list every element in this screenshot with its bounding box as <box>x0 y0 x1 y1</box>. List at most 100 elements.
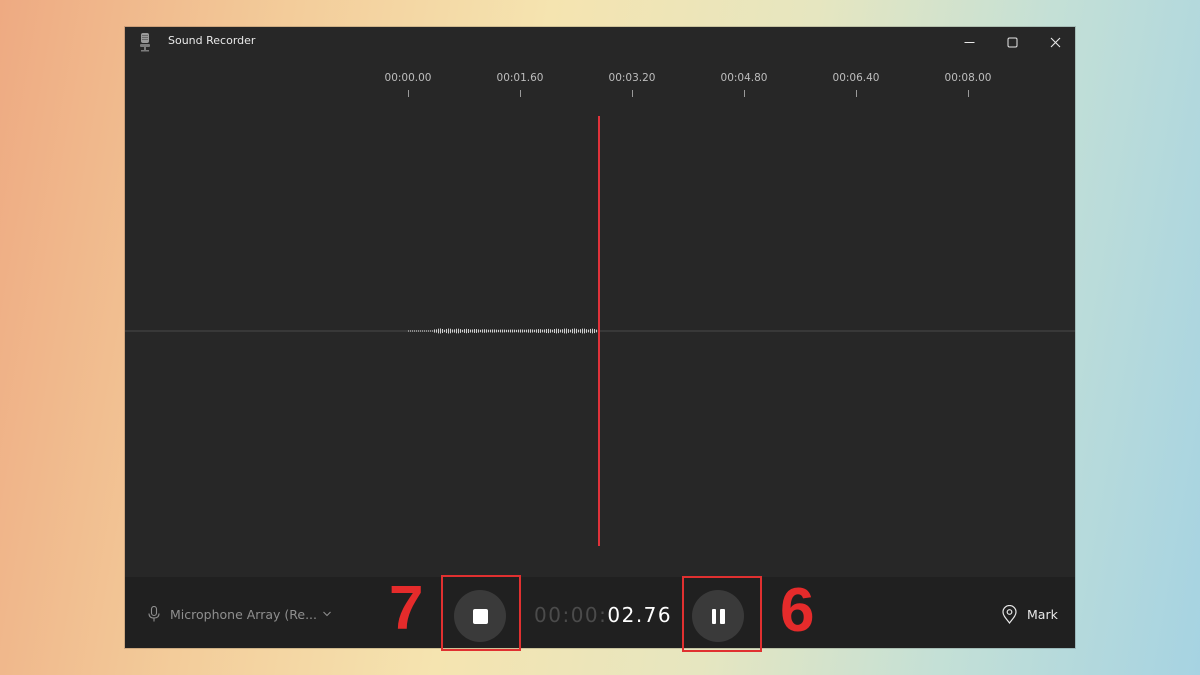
annotation-number-pause: 6 <box>780 576 815 645</box>
waveform-bar <box>592 328 593 334</box>
waveform-bar <box>412 330 413 332</box>
waveform-bar <box>442 328 443 334</box>
waveform-bar <box>538 329 539 333</box>
waveform-bar <box>416 330 417 332</box>
waveform-bar <box>456 328 457 334</box>
tick-label: 00:03.20 <box>608 72 656 84</box>
tick-label: 00:04.80 <box>720 72 768 84</box>
waveform-bar <box>454 329 455 333</box>
window-title: Sound Recorder <box>168 34 256 47</box>
waveform-bar <box>452 329 453 333</box>
tick-mark <box>855 90 857 97</box>
waveform-bar <box>542 329 543 333</box>
waveform-bar <box>514 329 515 333</box>
waveform-bar <box>566 328 567 334</box>
elapsed-time-value: 02.76 <box>607 603 673 627</box>
minimize-button[interactable] <box>947 27 991 57</box>
waveform-bar <box>488 329 489 333</box>
waveform-bar <box>430 330 431 332</box>
elapsed-time-prefix: 00:00: <box>534 603 608 627</box>
tick-label: 00:08.00 <box>944 72 992 84</box>
waveform-bar <box>462 329 463 333</box>
waveform-bar <box>546 328 547 334</box>
microphone-icon <box>148 606 160 622</box>
waveform-bar <box>470 329 471 333</box>
pause-button-highlight <box>682 576 762 652</box>
microphone-app-icon <box>140 33 150 52</box>
waveform-bar <box>496 329 497 333</box>
location-pin-icon <box>1002 605 1017 624</box>
waveform-bar <box>530 329 531 333</box>
timeline-tick: 00:03.20 <box>592 72 672 97</box>
waveform-bar <box>418 330 419 332</box>
waveform-bar <box>476 329 477 333</box>
waveform-canvas <box>125 116 1075 546</box>
waveform-bar <box>548 328 549 334</box>
waveform-bar <box>472 329 473 333</box>
elapsed-time: 00:00:02.76 <box>534 603 672 627</box>
close-button[interactable] <box>1033 27 1075 57</box>
waveform-bar <box>420 330 421 332</box>
waveform-bar <box>558 328 559 334</box>
waveform-bar <box>512 329 513 333</box>
waveform-bar <box>458 328 459 334</box>
waveform-bar <box>568 329 569 333</box>
waveform-bar <box>556 328 557 334</box>
timeline-ruler: 00:00.00 00:01.60 00:03.20 00:04.80 00:0… <box>125 72 1075 112</box>
waveform-bar <box>480 329 481 333</box>
waveform-bar <box>464 329 465 333</box>
waveform-bar <box>536 329 537 333</box>
waveform-bar <box>580 329 581 333</box>
waveform-bar <box>584 328 585 334</box>
timeline-tick: 00:08.00 <box>928 72 1008 97</box>
waveform-bar <box>510 329 511 333</box>
waveform-bar <box>576 328 577 334</box>
waveform-bar <box>468 329 469 333</box>
mark-label: Mark <box>1027 607 1058 622</box>
tick-mark <box>967 90 969 97</box>
waveform-bar <box>486 329 487 333</box>
waveform-bar <box>562 329 563 333</box>
microphone-selector[interactable]: Microphone Array (Re... <box>147 604 332 624</box>
waveform-bar <box>436 329 437 333</box>
waveform-bar <box>502 329 503 333</box>
waveform-bar <box>526 329 527 333</box>
waveform-bar <box>500 329 501 333</box>
waveform-bar <box>466 328 467 334</box>
tick-label: 00:06.40 <box>832 72 880 84</box>
tick-mark <box>519 90 521 97</box>
tick-mark <box>743 90 745 97</box>
waveform-bar <box>560 329 561 333</box>
waveform-bar <box>552 329 553 333</box>
waveform-bar <box>574 328 575 334</box>
waveform-bar <box>424 330 425 332</box>
waveform-bar <box>448 328 449 334</box>
waveform-bar <box>444 329 445 333</box>
waveform-bar <box>564 328 565 334</box>
control-bar: Microphone Array (Re... 00:00:02.76 Mark <box>125 577 1075 648</box>
tick-mark <box>407 90 409 97</box>
waveform-bar <box>544 329 545 333</box>
waveform-bar <box>478 329 479 333</box>
waveform-bar <box>474 329 475 333</box>
waveform-area[interactable] <box>125 112 1075 577</box>
waveform-bar <box>414 330 415 332</box>
timeline-tick: 00:01.60 <box>480 72 560 97</box>
waveform-bar <box>582 328 583 334</box>
waveform-bar <box>428 330 429 332</box>
tick-label: 00:00.00 <box>384 72 432 84</box>
waveform-bar <box>528 329 529 333</box>
chevron-down-icon <box>323 611 331 617</box>
maximize-button[interactable] <box>990 27 1034 57</box>
close-icon <box>1050 37 1060 47</box>
waveform-bar <box>596 329 597 333</box>
stop-button-highlight <box>441 575 521 651</box>
waveform-bar <box>554 328 555 334</box>
waveform-bar <box>498 329 499 333</box>
waveform-bar <box>550 329 551 333</box>
timeline-tick: 00:04.80 <box>704 72 784 97</box>
waveform-bar <box>460 329 461 333</box>
mark-button[interactable]: Mark <box>1001 605 1058 624</box>
waveform-bar <box>508 329 509 333</box>
waveform-bar <box>490 329 491 333</box>
